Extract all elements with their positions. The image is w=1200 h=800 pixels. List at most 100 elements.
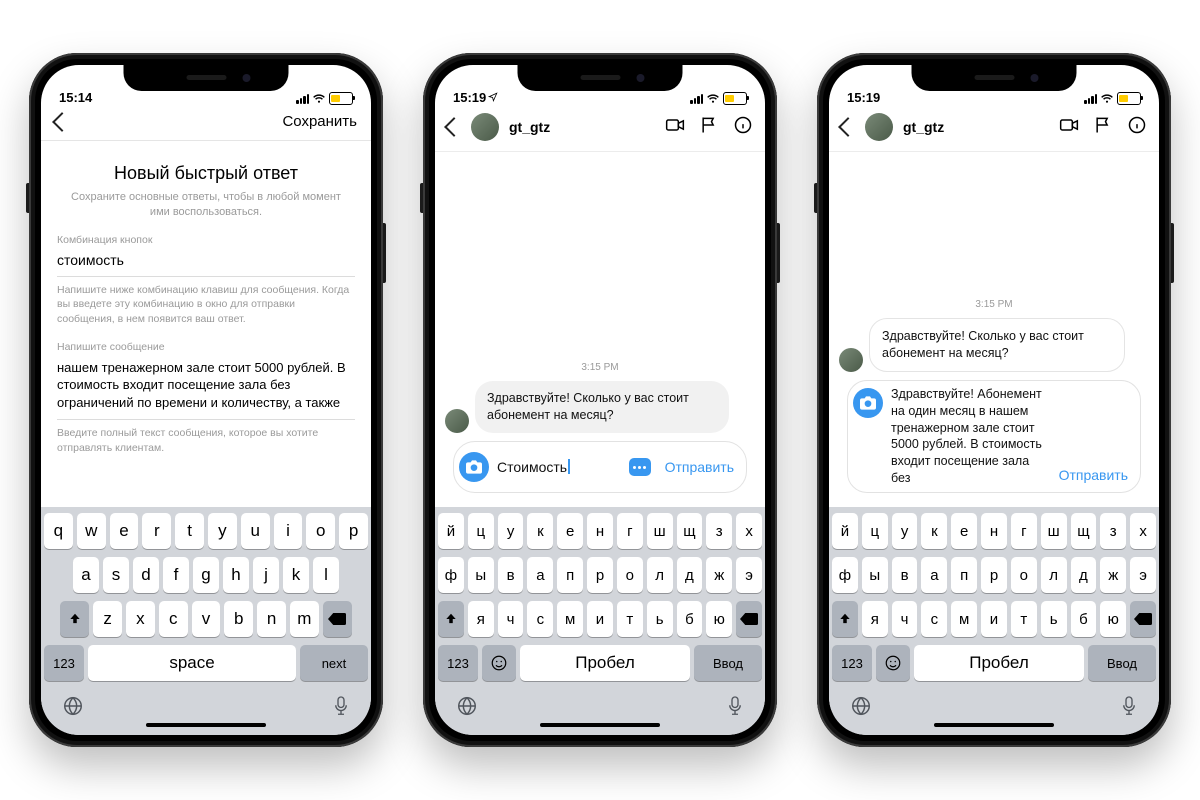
key-э[interactable]: э xyxy=(1130,557,1156,593)
key-х[interactable]: х xyxy=(736,513,762,549)
shift-key[interactable] xyxy=(60,601,89,637)
key-й[interactable]: й xyxy=(832,513,858,549)
key-p[interactable]: p xyxy=(339,513,368,549)
key-с[interactable]: с xyxy=(527,601,553,637)
key-р[interactable]: р xyxy=(587,557,613,593)
save-button[interactable]: Сохранить xyxy=(282,113,357,130)
numeric-key[interactable]: 123 xyxy=(438,645,478,681)
keyboard[interactable]: йцукенгшщзх фывапролджэ ячсмитьбю 123 Пр… xyxy=(435,507,765,735)
key-a[interactable]: a xyxy=(73,557,99,593)
key-с[interactable]: с xyxy=(921,601,947,637)
shift-key[interactable] xyxy=(438,601,464,637)
key-а[interactable]: а xyxy=(527,557,553,593)
key-ы[interactable]: ы xyxy=(862,557,888,593)
emoji-key[interactable] xyxy=(876,645,910,681)
message-input[interactable]: Стоимость xyxy=(497,458,621,477)
key-я[interactable]: я xyxy=(862,601,888,637)
key-ь[interactable]: ь xyxy=(647,601,673,637)
key-т[interactable]: т xyxy=(617,601,643,637)
key-з[interactable]: з xyxy=(706,513,732,549)
space-key[interactable]: Пробел xyxy=(914,645,1084,681)
back-icon[interactable] xyxy=(444,117,464,137)
key-z[interactable]: z xyxy=(93,601,122,637)
video-icon[interactable] xyxy=(665,115,685,140)
key-п[interactable]: п xyxy=(557,557,583,593)
key-д[interactable]: д xyxy=(1071,557,1097,593)
key-о[interactable]: о xyxy=(1011,557,1037,593)
message-input[interactable]: Здравствуйте! Абонемент на один месяц в … xyxy=(891,386,1047,487)
globe-icon[interactable] xyxy=(62,695,84,717)
key-m[interactable]: m xyxy=(290,601,319,637)
key-и[interactable]: и xyxy=(587,601,613,637)
info-icon[interactable] xyxy=(733,115,753,140)
key-х[interactable]: х xyxy=(1130,513,1156,549)
key-у[interactable]: у xyxy=(498,513,524,549)
key-б[interactable]: б xyxy=(677,601,703,637)
key-к[interactable]: к xyxy=(921,513,947,549)
key-v[interactable]: v xyxy=(192,601,221,637)
globe-icon[interactable] xyxy=(456,695,478,717)
key-н[interactable]: н xyxy=(587,513,613,549)
avatar[interactable] xyxy=(445,409,469,433)
enter-key[interactable]: Ввод xyxy=(694,645,762,681)
key-w[interactable]: w xyxy=(77,513,106,549)
key-щ[interactable]: щ xyxy=(1071,513,1097,549)
key-t[interactable]: t xyxy=(175,513,204,549)
key-и[interactable]: и xyxy=(981,601,1007,637)
send-button[interactable]: Отправить xyxy=(661,459,738,475)
keyboard[interactable]: йцукенгшщзх фывапролджэ ячсмитьбю 123 Пр… xyxy=(829,507,1159,735)
key-а[interactable]: а xyxy=(921,557,947,593)
key-г[interactable]: г xyxy=(1011,513,1037,549)
key-s[interactable]: s xyxy=(103,557,129,593)
key-б[interactable]: б xyxy=(1071,601,1097,637)
send-button[interactable]: Отправить xyxy=(1055,467,1132,483)
key-д[interactable]: д xyxy=(677,557,703,593)
key-j[interactable]: j xyxy=(253,557,279,593)
key-е[interactable]: е xyxy=(557,513,583,549)
key-г[interactable]: г xyxy=(617,513,643,549)
enter-key[interactable]: Ввод xyxy=(1088,645,1156,681)
key-i[interactable]: i xyxy=(274,513,303,549)
key-x[interactable]: x xyxy=(126,601,155,637)
key-ы[interactable]: ы xyxy=(468,557,494,593)
key-п[interactable]: п xyxy=(951,557,977,593)
key-b[interactable]: b xyxy=(224,601,253,637)
key-р[interactable]: р xyxy=(981,557,1007,593)
key-l[interactable]: l xyxy=(313,557,339,593)
key-ц[interactable]: ц xyxy=(468,513,494,549)
key-э[interactable]: э xyxy=(736,557,762,593)
key-н[interactable]: н xyxy=(981,513,1007,549)
numeric-key[interactable]: 123 xyxy=(832,645,872,681)
mic-icon[interactable] xyxy=(726,695,744,717)
avatar[interactable] xyxy=(471,113,499,141)
key-ж[interactable]: ж xyxy=(706,557,732,593)
shortcut-input[interactable]: стоимость xyxy=(57,252,355,277)
home-indicator[interactable] xyxy=(146,723,266,727)
flag-icon[interactable] xyxy=(1093,115,1113,140)
back-icon[interactable] xyxy=(52,112,72,132)
key-з[interactable]: з xyxy=(1100,513,1126,549)
key-в[interactable]: в xyxy=(498,557,524,593)
key-в[interactable]: в xyxy=(892,557,918,593)
video-icon[interactable] xyxy=(1059,115,1079,140)
key-c[interactable]: c xyxy=(159,601,188,637)
username[interactable]: gt_gtz xyxy=(509,119,655,135)
backspace-key[interactable] xyxy=(736,601,762,637)
key-у[interactable]: у xyxy=(892,513,918,549)
camera-icon[interactable] xyxy=(853,388,883,418)
key-h[interactable]: h xyxy=(223,557,249,593)
key-о[interactable]: о xyxy=(617,557,643,593)
key-м[interactable]: м xyxy=(951,601,977,637)
key-q[interactable]: q xyxy=(44,513,73,549)
avatar[interactable] xyxy=(865,113,893,141)
key-л[interactable]: л xyxy=(647,557,673,593)
space-key[interactable]: Пробел xyxy=(520,645,690,681)
key-f[interactable]: f xyxy=(163,557,189,593)
quick-reply-icon[interactable] xyxy=(629,458,651,476)
avatar[interactable] xyxy=(839,348,863,372)
key-ю[interactable]: ю xyxy=(706,601,732,637)
key-r[interactable]: r xyxy=(142,513,171,549)
key-й[interactable]: й xyxy=(438,513,464,549)
key-ф[interactable]: ф xyxy=(832,557,858,593)
composer[interactable]: Здравствуйте! Абонемент на один месяц в … xyxy=(847,380,1141,493)
